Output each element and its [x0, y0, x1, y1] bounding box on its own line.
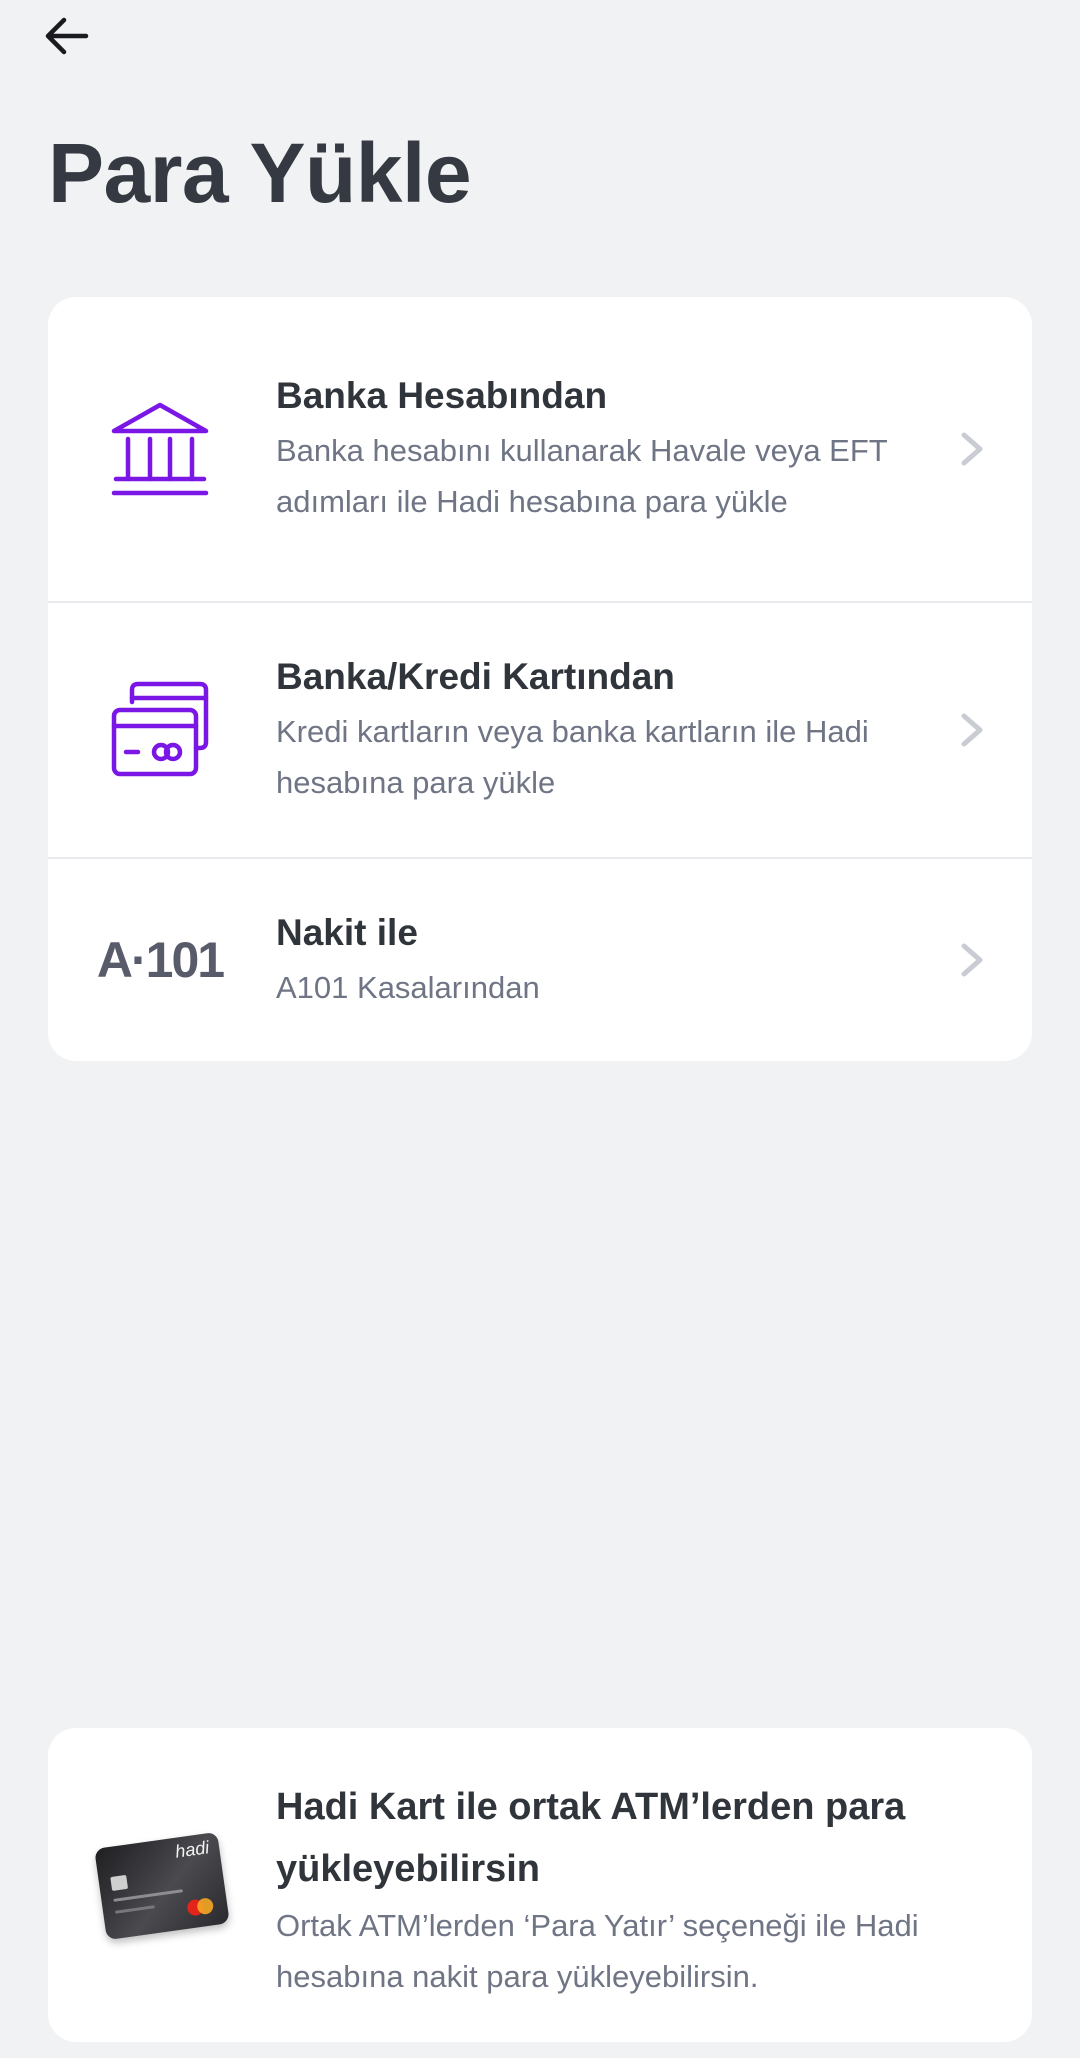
option-bank-credit-card[interactable]: Banka/Kredi Kartından Kredi kartların ve… — [48, 603, 1032, 859]
option-cash-text: Nakit ile A101 Kasalarından — [276, 908, 916, 1013]
bank-icon — [88, 399, 232, 499]
option-title: Banka Hesabından — [276, 375, 608, 416]
a101-logo-text: A·101 — [96, 932, 225, 988]
atm-info-text: Hadi Kart ile ortak ATM’lerden para yükl… — [276, 1776, 996, 2002]
page-title: Para Yükle — [48, 126, 472, 220]
card-chip-icon — [110, 1874, 129, 1891]
atm-info-description: Ortak ATM’lerden ‘Para Yatır’ seçeneği i… — [276, 1908, 919, 1994]
back-button[interactable] — [40, 10, 104, 62]
credit-cards-icon — [88, 680, 232, 780]
option-bank-account[interactable]: Banka Hesabından Banka hesabını kullanar… — [48, 297, 1032, 603]
option-bank-text: Banka Hesabından Banka hesabını kullanar… — [276, 371, 916, 527]
option-description: Kredi kartların veya banka kartların ile… — [276, 714, 869, 800]
option-cash[interactable]: A·101 Nakit ile A101 Kasalarından — [48, 859, 1032, 1061]
chevron-right-icon — [961, 713, 983, 747]
chevron-right-icon — [961, 943, 983, 977]
option-description: Banka hesabını kullanarak Havale veya EF… — [276, 433, 888, 519]
option-card-text: Banka/Kredi Kartından Kredi kartların ve… — [276, 652, 916, 808]
card-name-line — [114, 1905, 156, 1914]
option-title: Banka/Kredi Kartından — [276, 656, 675, 697]
card-brand-text: hadi — [173, 1837, 211, 1862]
chevron-right-icon — [961, 432, 983, 466]
arrow-left-icon — [45, 17, 89, 55]
hadi-card-image: hadi — [94, 1831, 230, 1941]
card-number-line — [113, 1889, 184, 1902]
load-options-card: Banka Hesabından Banka hesabını kullanar… — [48, 297, 1032, 1061]
atm-info-card: hadi Hadi Kart ile ortak ATM’lerden para… — [48, 1728, 1032, 2042]
option-title: Nakit ile — [276, 911, 418, 953]
atm-info-title: Hadi Kart ile ortak ATM’lerden para yükl… — [276, 1786, 906, 1890]
a101-logo: A·101 — [88, 931, 232, 989]
option-description: A101 Kasalarından — [276, 969, 540, 1005]
